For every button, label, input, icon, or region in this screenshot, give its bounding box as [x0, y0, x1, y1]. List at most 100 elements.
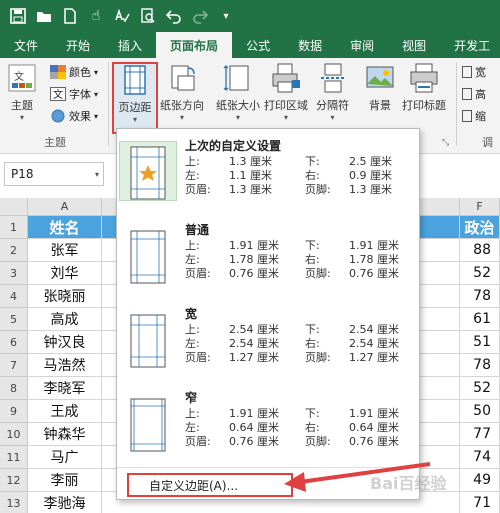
cell-politics-score[interactable]: 88	[460, 239, 500, 262]
cell-politics-score[interactable]: 71	[460, 492, 500, 513]
cell-name[interactable]: 刘华	[28, 262, 102, 285]
margins-label: 页边距	[118, 101, 152, 114]
width-control[interactable]: 宽	[462, 64, 486, 80]
cell-name[interactable]: 王成	[28, 400, 102, 423]
tab-insert[interactable]: 插入	[104, 32, 156, 58]
page-margins-wide-icon	[130, 314, 166, 368]
dialog-launcher-icon[interactable]: ⤡	[442, 138, 449, 148]
background-button[interactable]: 背景	[364, 62, 396, 132]
svg-text:文: 文	[53, 88, 63, 101]
column-header-a[interactable]: A	[28, 198, 102, 216]
margin-preset-wide[interactable]: 宽 上: 2.54 厘米 下: 2.54 厘米 左: 2.54 厘米 右: 2.54 厘米 页眉…	[117, 303, 419, 387]
colors-label: 颜色	[69, 66, 91, 79]
row-header[interactable]: 1	[0, 216, 28, 239]
row-header[interactable]: 6	[0, 331, 28, 354]
print-titles-button[interactable]: 打印标题	[402, 62, 446, 132]
row-header[interactable]: 10	[0, 423, 28, 446]
cell-politics-score[interactable]: 49	[460, 469, 500, 492]
cell-politics-score[interactable]: 77	[460, 423, 500, 446]
redo-icon[interactable]	[190, 6, 210, 26]
effects-button[interactable]: 效果 ▾	[50, 108, 98, 124]
margins-icon	[124, 65, 146, 95]
cell-name[interactable]: 马浩然	[28, 354, 102, 377]
height-control[interactable]: 高	[462, 86, 486, 102]
name-box[interactable]: P18 ▾	[4, 162, 104, 186]
touch-mode-icon[interactable]: ☝	[86, 6, 106, 26]
print-preview-icon[interactable]	[138, 6, 158, 26]
tab-page-layout[interactable]: 页面布局	[156, 32, 233, 58]
customize-icon[interactable]: ▾	[216, 6, 236, 26]
open-icon[interactable]	[34, 6, 54, 26]
row-header[interactable]: 4	[0, 285, 28, 308]
margin-preset-normal[interactable]: 普通 上: 1.91 厘米 下: 1.91 厘米 左: 1.78 厘米 右: 1.78 厘米页…	[117, 219, 419, 303]
row-header[interactable]: 13	[0, 492, 28, 513]
row-header[interactable]: 8	[0, 377, 28, 400]
tab-data[interactable]: 数据	[284, 32, 336, 58]
row-header[interactable]: 12	[0, 469, 28, 492]
watermark-logo: Bai百经验	[370, 474, 447, 493]
cell-name[interactable]: 高成	[28, 308, 102, 331]
cell-name[interactable]: 李丽	[28, 469, 102, 492]
preset-name: 普通	[185, 223, 210, 237]
row-header[interactable]: 11	[0, 446, 28, 469]
cell-politics-score[interactable]: 52	[460, 262, 500, 285]
tab-view[interactable]: 视图	[388, 32, 440, 58]
cell-name[interactable]: 张晓丽	[28, 285, 102, 308]
column-header-f[interactable]: F	[460, 198, 500, 216]
select-all-corner[interactable]	[0, 198, 28, 216]
breaks-button[interactable]: 分隔符 ▾	[316, 62, 349, 132]
cell-name[interactable]: 李晓军	[28, 377, 102, 400]
tab-review[interactable]: 审阅	[336, 32, 388, 58]
row-header[interactable]: 5	[0, 308, 28, 331]
cell-politics-score[interactable]: 51	[460, 331, 500, 354]
tab-developer[interactable]: 开发工	[440, 32, 500, 58]
themes-button[interactable]: 文 主题 ▾	[6, 62, 38, 132]
cell-politics-score[interactable]: 74	[460, 446, 500, 469]
scale-control[interactable]: 缩	[462, 108, 486, 124]
row-header[interactable]: 9	[0, 400, 28, 423]
row-header[interactable]: 3	[0, 262, 28, 285]
size-button[interactable]: 纸张大小 ▾	[216, 62, 260, 132]
custom-margins-item[interactable]: 自定义边距(A)...	[127, 473, 293, 497]
header-cell-politics[interactable]: 政治	[460, 216, 500, 239]
row-header[interactable]: 2	[0, 239, 28, 262]
undo-icon[interactable]	[164, 6, 184, 26]
margin-preset-narrow[interactable]: 窄 上: 1.91 厘米 下: 1.91 厘米 左: 0.64 厘米 右: 0.64 厘米 页眉…	[117, 387, 419, 471]
fonts-button[interactable]: 文 字体 ▾	[50, 86, 98, 102]
cell-name[interactable]: 马广	[28, 446, 102, 469]
margin-field-label: 页眉:	[185, 183, 211, 196]
cell-name[interactable]: 李驰海	[28, 492, 102, 513]
margins-button[interactable]: 页边距 ▾	[112, 62, 158, 134]
tab-home[interactable]: 开始	[52, 32, 104, 58]
print-titles-label: 打印标题	[402, 99, 446, 112]
new-icon[interactable]	[60, 6, 80, 26]
colors-button[interactable]: 颜色 ▾	[50, 64, 98, 80]
cell-politics-score[interactable]: 61	[460, 308, 500, 331]
ribbon-separator	[108, 62, 109, 146]
size-icon	[223, 65, 249, 91]
orientation-button[interactable]: 纸张方向 ▾	[160, 62, 204, 132]
print-area-button[interactable]: 打印区域 ▾	[264, 62, 308, 132]
size-caret-icon: ▾	[235, 113, 240, 122]
tab-formulas[interactable]: 公式	[232, 32, 284, 58]
save-icon[interactable]	[8, 6, 28, 26]
name-box-caret-icon[interactable]: ▾	[95, 170, 99, 179]
cell-politics-score[interactable]: 78	[460, 354, 500, 377]
margin-preset-last-custom[interactable]: 上次的自定义设置 上: 1.3 厘米 下: 2.5 厘米 左: 1.1 厘米 右: 0.9 厘…	[117, 135, 419, 219]
tab-file[interactable]: 文件	[0, 32, 52, 58]
cell-name[interactable]: 张军	[28, 239, 102, 262]
margin-field-value: 1.3 厘米	[229, 183, 272, 196]
cell-name[interactable]: 钟森华	[28, 423, 102, 446]
cell-politics-score[interactable]: 52	[460, 377, 500, 400]
row-header[interactable]: 7	[0, 354, 28, 377]
print-area-icon	[272, 63, 300, 93]
background-label: 背景	[369, 99, 391, 112]
themes-caret-icon: ▾	[19, 113, 24, 122]
cell-politics-score[interactable]: 50	[460, 400, 500, 423]
spell-check-icon[interactable]	[112, 6, 132, 26]
size-label: 纸张大小	[216, 99, 260, 112]
height-icon	[462, 88, 472, 100]
header-cell-name[interactable]: 姓名	[28, 216, 102, 239]
cell-politics-score[interactable]: 78	[460, 285, 500, 308]
cell-name[interactable]: 钟汉良	[28, 331, 102, 354]
